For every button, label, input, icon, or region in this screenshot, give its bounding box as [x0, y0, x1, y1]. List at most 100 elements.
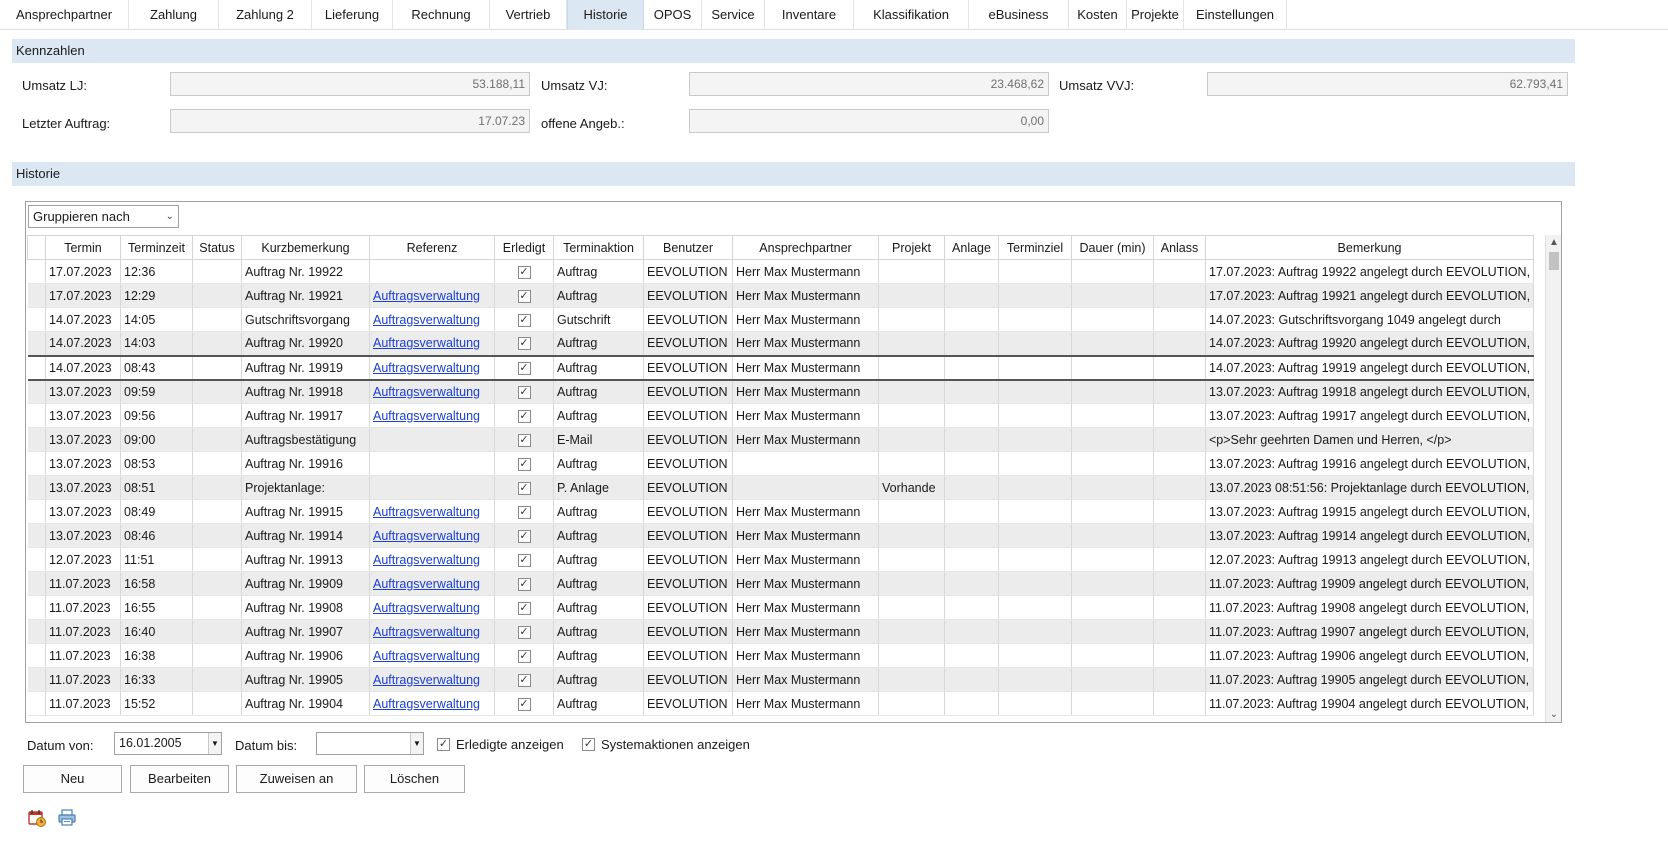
umsatz-vj-field[interactable]: 23.468,62	[689, 72, 1049, 96]
cell-erledigt[interactable]: ✓	[494, 379, 554, 404]
dropdown-arrow-icon[interactable]: ▼	[208, 733, 221, 754]
tab-ebusiness[interactable]: eBusiness	[969, 0, 1069, 30]
check-icon[interactable]: ✓	[517, 313, 531, 327]
table-row[interactable]: 13.07.2023 08:53 Auftrag Nr. 19916 ✓ Auftrag…	[27, 451, 1535, 476]
tab-zahlung-2[interactable]: Zahlung 2	[219, 0, 312, 30]
referenz-link[interactable]: Auftragsverwaltung	[373, 625, 480, 639]
table-row[interactable]: 14.07.2023 08:43 Auftrag Nr. 19919 Auftrags…	[27, 354, 1535, 381]
check-icon[interactable]: ✓	[517, 409, 531, 423]
umsatz-vvj-field[interactable]: 62.793,41	[1207, 72, 1568, 96]
check-icon[interactable]: ✓	[517, 553, 531, 567]
table-row[interactable]: 13.07.2023 09:00 Auftragsbestätigung ✓ E-Mai…	[27, 427, 1535, 452]
tab-lieferung[interactable]: Lieferung	[312, 0, 393, 30]
column-header[interactable]: Anlass	[1153, 235, 1206, 260]
erledigte-anzeigen-checkbox[interactable]: ✓ Erledigte anzeigen	[437, 737, 564, 752]
row-selector[interactable]	[27, 259, 46, 284]
row-selector[interactable]	[27, 571, 46, 596]
cell-erledigt[interactable]: ✓	[494, 475, 554, 500]
check-icon[interactable]: ✓	[517, 577, 531, 591]
referenz-link[interactable]: Auftragsverwaltung	[373, 673, 480, 687]
tab-einstellungen[interactable]: Einstellungen	[1184, 0, 1287, 30]
tab-ansprechpartner[interactable]: Ansprechpartner	[0, 0, 129, 30]
referenz-link[interactable]: Auftragsverwaltung	[373, 409, 480, 423]
row-selector[interactable]	[27, 451, 46, 476]
table-row[interactable]: 12.07.2023 11:51 Auftrag Nr. 19913 Auftrags…	[27, 547, 1535, 572]
scroll-up-icon[interactable]: ▲	[1546, 235, 1561, 251]
tab-vertrieb[interactable]: Vertrieb	[490, 0, 567, 30]
column-header[interactable]: Bemerkung	[1204, 235, 1535, 260]
cell-erledigt[interactable]: ✓	[494, 619, 554, 644]
cell-erledigt[interactable]: ✓	[494, 691, 554, 716]
table-row[interactable]: 11.07.2023 15:52 Auftrag Nr. 19904 Auftrags…	[27, 691, 1535, 716]
referenz-link[interactable]: Auftragsverwaltung	[373, 577, 480, 591]
table-row[interactable]: 17.07.2023 12:36 Auftrag Nr. 19922 ✓ Auftrag…	[27, 259, 1535, 284]
row-selector[interactable]	[27, 499, 46, 524]
check-icon[interactable]: ✓	[517, 481, 531, 495]
cell-erledigt[interactable]: ✓	[494, 547, 554, 572]
row-selector[interactable]	[27, 595, 46, 620]
check-icon[interactable]: ✓	[517, 673, 531, 687]
check-icon[interactable]: ✓	[517, 457, 531, 471]
letzter-auftrag-field[interactable]: 17.07.23	[170, 109, 530, 133]
column-header[interactable]: Anlage	[944, 235, 999, 260]
check-icon[interactable]: ✓	[517, 289, 531, 303]
table-row[interactable]: 13.07.2023 09:56 Auftrag Nr. 19917 Auftrags…	[27, 403, 1535, 428]
tab-historie[interactable]: Historie	[567, 0, 644, 30]
column-header[interactable]: Kurzbemerkung	[241, 235, 370, 260]
row-selector[interactable]	[27, 379, 46, 404]
tab-klassifikation[interactable]: Klassifikation	[854, 0, 969, 30]
printer-icon[interactable]	[57, 808, 77, 828]
column-header[interactable]: Dauer (min)	[1071, 235, 1154, 260]
column-header[interactable]: Projekt	[878, 235, 945, 260]
check-icon[interactable]: ✓	[517, 505, 531, 519]
check-icon[interactable]: ✓	[517, 529, 531, 543]
table-row[interactable]: 17.07.2023 12:29 Auftrag Nr. 19921 Auftrags…	[27, 283, 1535, 308]
cell-erledigt[interactable]: ✓	[494, 354, 554, 381]
umsatz-lj-field[interactable]: 53.188,11	[170, 72, 530, 96]
referenz-link[interactable]: Auftragsverwaltung	[373, 385, 480, 399]
neu-button[interactable]: Neu	[23, 765, 122, 793]
table-row[interactable]: 14.07.2023 14:03 Auftrag Nr. 19920 Auftrags…	[27, 331, 1535, 356]
loeschen-button[interactable]: Löschen	[364, 765, 465, 793]
table-row[interactable]: 13.07.2023 08:49 Auftrag Nr. 19915 Auftrags…	[27, 499, 1535, 524]
column-header[interactable]: Status	[192, 235, 242, 260]
cell-erledigt[interactable]: ✓	[494, 259, 554, 284]
cell-erledigt[interactable]: ✓	[494, 499, 554, 524]
row-selector[interactable]	[27, 667, 46, 692]
calendar-clock-icon[interactable]	[27, 808, 47, 828]
check-icon[interactable]: ✓	[517, 625, 531, 639]
column-header[interactable]: Termin	[45, 235, 121, 260]
row-selector[interactable]	[27, 307, 46, 332]
referenz-link[interactable]: Auftragsverwaltung	[373, 289, 480, 303]
tab-rechnung[interactable]: Rechnung	[393, 0, 490, 30]
cell-erledigt[interactable]: ✓	[494, 307, 554, 332]
tab-kosten[interactable]: Kosten	[1069, 0, 1127, 30]
cell-erledigt[interactable]: ✓	[494, 523, 554, 548]
cell-erledigt[interactable]: ✓	[494, 571, 554, 596]
referenz-link[interactable]: Auftragsverwaltung	[373, 313, 480, 327]
referenz-link[interactable]: Auftragsverwaltung	[373, 505, 480, 519]
column-header[interactable]: Terminaktion	[553, 235, 644, 260]
check-icon[interactable]: ✓	[517, 433, 531, 447]
referenz-link[interactable]: Auftragsverwaltung	[373, 361, 480, 375]
row-selector[interactable]	[27, 427, 46, 452]
check-icon[interactable]: ✓	[517, 385, 531, 399]
group-by-dropdown[interactable]: Gruppieren nach ⌄	[28, 205, 179, 228]
column-header[interactable]: Terminzeit	[120, 235, 193, 260]
referenz-link[interactable]: Auftragsverwaltung	[373, 336, 480, 350]
row-selector[interactable]	[27, 523, 46, 548]
datum-bis-picker[interactable]: ▼	[316, 732, 424, 755]
dropdown-arrow-icon[interactable]: ▼	[410, 733, 423, 754]
check-icon[interactable]: ✓	[517, 337, 531, 351]
cell-erledigt[interactable]: ✓	[494, 595, 554, 620]
check-icon[interactable]: ✓	[517, 697, 531, 711]
referenz-link[interactable]: Auftragsverwaltung	[373, 529, 480, 543]
bearbeiten-button[interactable]: Bearbeiten	[130, 765, 229, 793]
table-row[interactable]: 14.07.2023 14:05 Gutschriftsvorgang Auftrag…	[27, 307, 1535, 332]
table-row[interactable]: 13.07.2023 08:51 Projektanlage: ✓ P. Anlage E…	[27, 475, 1535, 500]
referenz-link[interactable]: Auftragsverwaltung	[373, 601, 480, 615]
cell-erledigt[interactable]: ✓	[494, 283, 554, 308]
check-icon[interactable]: ✓	[582, 738, 595, 751]
cell-erledigt[interactable]: ✓	[494, 643, 554, 668]
systemaktionen-anzeigen-checkbox[interactable]: ✓ Systemaktionen anzeigen	[582, 737, 750, 752]
